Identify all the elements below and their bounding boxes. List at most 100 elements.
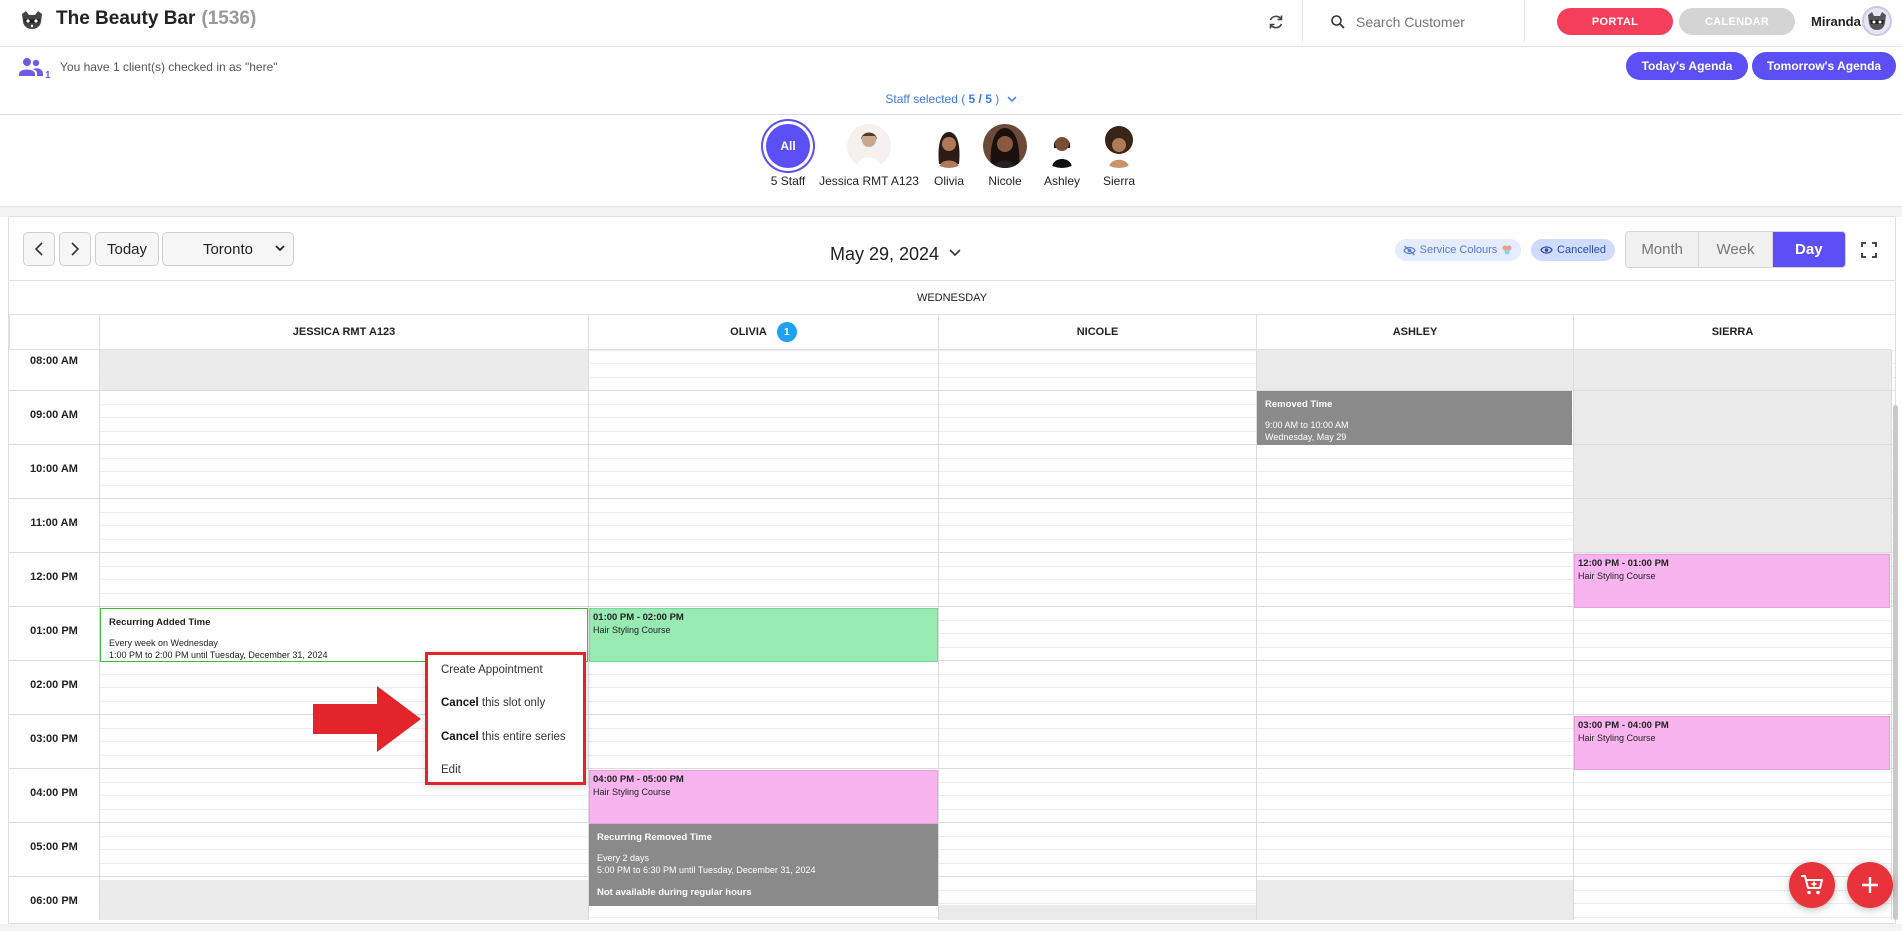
avatar [927,124,971,168]
staff-chip-sierra[interactable]: Sierra [1096,124,1142,188]
chevron-down-icon[interactable] [948,248,962,258]
user-name[interactable]: Miranda [1811,14,1861,29]
portal-button[interactable]: PORTAL [1557,8,1673,35]
column-name: SIERRA [1711,326,1754,338]
prev-button[interactable] [23,232,55,266]
chevron-down-icon [1007,96,1017,103]
recurring-removed-time-block[interactable]: Recurring Removed Time Every 2 days 5:00… [589,824,938,906]
view-switcher: Month Week Day [1625,231,1846,268]
staff-chip-olivia[interactable]: Olivia [926,124,972,188]
appointment-block[interactable]: 01:00 PM - 02:00 PM Hair Styling Course [589,608,938,662]
quarter-line [99,795,1895,796]
calendar-grid[interactable]: 08:00 AM 09:00 AM 10:00 AM 11:00 AM 12:0… [9,350,1895,920]
tomorrows-agenda-button[interactable]: Tomorrow's Agenda [1752,52,1896,80]
column-name: NICOLE [1076,326,1119,338]
quarter-line [99,781,1895,783]
column-header-sierra: SIERRA [1573,315,1891,350]
staff-name: Sierra [1102,174,1135,188]
time-label: 01:00 PM [30,625,78,637]
divider [1524,0,1525,42]
quarter-line [99,889,1895,891]
staff-chip-jessica[interactable]: Jessica RMT A123 [819,124,919,188]
time-label: 09:00 AM [30,409,78,421]
hour-line [9,822,1895,823]
add-to-cart-button[interactable] [1789,862,1835,908]
fullscreen-icon[interactable] [1861,242,1877,258]
appointment-block[interactable]: 12:00 PM - 01:00 PM Hair Styling Course [1574,554,1890,608]
unavailable-slot [938,905,1256,920]
menu-item-bold: Cancel [441,731,479,743]
divider [1302,0,1303,42]
plus-icon [1862,877,1878,893]
event-time: 03:00 PM - 04:00 PM [1578,720,1669,731]
timezone-select[interactable]: Toronto [162,232,294,266]
column-name: JESSICA RMT A123 [292,326,396,338]
column-name: OLIVIA [730,326,767,338]
appointment-block[interactable]: 03:00 PM - 04:00 PM Hair Styling Course [1574,716,1890,770]
event-recurrence: Every week on Wednesday [109,638,218,648]
staff-chip-nicole[interactable]: Nicole [982,124,1028,188]
calendar-button[interactable]: CALENDAR [1679,8,1795,35]
quarter-line [99,808,1895,810]
event-service: Hair Styling Course [593,625,671,635]
menu-item-bold: Cancel [441,697,479,709]
service-colours-toggle[interactable]: Service Colours [1395,239,1521,261]
people-icon[interactable] [18,56,44,78]
view-month-button[interactable]: Month [1626,232,1700,267]
staff-selected-toggle[interactable]: Staff selected ( 5 / 5 ) [0,92,1902,106]
unavailable-slot [1256,880,1573,920]
removed-time-block[interactable]: Removed Time 9:00 AM to 10:00 AM Wednesd… [1257,391,1572,445]
event-time: 04:00 PM - 05:00 PM [593,774,684,785]
appointment-block[interactable]: 04:00 PM - 05:00 PM Hair Styling Course [589,770,938,824]
time-label: 02:00 PM [30,679,78,691]
todays-agenda-button[interactable]: Today's Agenda [1626,52,1748,80]
create-appointment-item[interactable]: Create Appointment [441,664,543,676]
cancel-series-item[interactable]: Cancel this entire series [441,731,566,743]
event-time: 01:00 PM - 02:00 PM [593,612,684,623]
staff-chip-ashley[interactable]: Ashley [1039,124,1085,188]
brand-name: The Beauty Bar [56,8,196,29]
view-day-button[interactable]: Day [1772,232,1845,267]
edit-item[interactable]: Edit [441,764,461,776]
search-input[interactable] [1356,10,1516,34]
column-header-nicole: NICOLE [938,315,1256,350]
time-label: 03:00 PM [30,733,78,745]
time-label: 12:00 PM [30,571,78,583]
staff-chip-all[interactable]: All 5 Staff [765,124,811,188]
hour-line [9,714,1895,715]
chevron-down-icon [275,245,285,252]
avatar[interactable] [1862,6,1892,36]
unavailable-slot [1256,350,1573,390]
avatar [1097,124,1141,168]
quarter-line [99,849,1895,850]
quarter-line [99,511,1895,513]
cancel-slot-item[interactable]: Cancel this slot only [441,697,545,709]
today-button[interactable]: Today [95,232,159,266]
quarter-line [99,471,1895,472]
view-week-button[interactable]: Week [1699,232,1773,267]
quarter-line [99,457,1895,459]
add-button[interactable] [1847,862,1893,908]
bottom-strip [0,924,1902,931]
column-header-olivia: OLIVIA 1 [588,315,938,350]
unavailable-slot [99,880,588,920]
checkin-count: 1 [45,70,51,81]
day-header: WEDNESDAY [9,280,1895,315]
scrollbar[interactable] [1893,405,1898,920]
menu-item-text: this entire series [478,731,566,743]
quarter-line [99,673,1895,675]
unavailable-slot [99,350,588,390]
date-title[interactable]: May 29, 2024 [830,244,939,265]
cancelled-toggle[interactable]: Cancelled [1531,239,1615,261]
menu-item-text: this slot only [478,697,546,709]
event-time: 9:00 AM to 10:00 AM [1265,420,1349,430]
next-button[interactable] [59,232,91,266]
eye-off-icon [1403,245,1416,255]
refresh-icon[interactable] [1266,12,1286,32]
brand-count: (1536) [201,8,257,29]
event-service: Hair Styling Course [1578,571,1656,581]
palette-icon [1502,245,1512,255]
staff-all-avatar: All [766,124,810,168]
red-arrow-icon [313,686,421,752]
avatar [1040,124,1084,168]
